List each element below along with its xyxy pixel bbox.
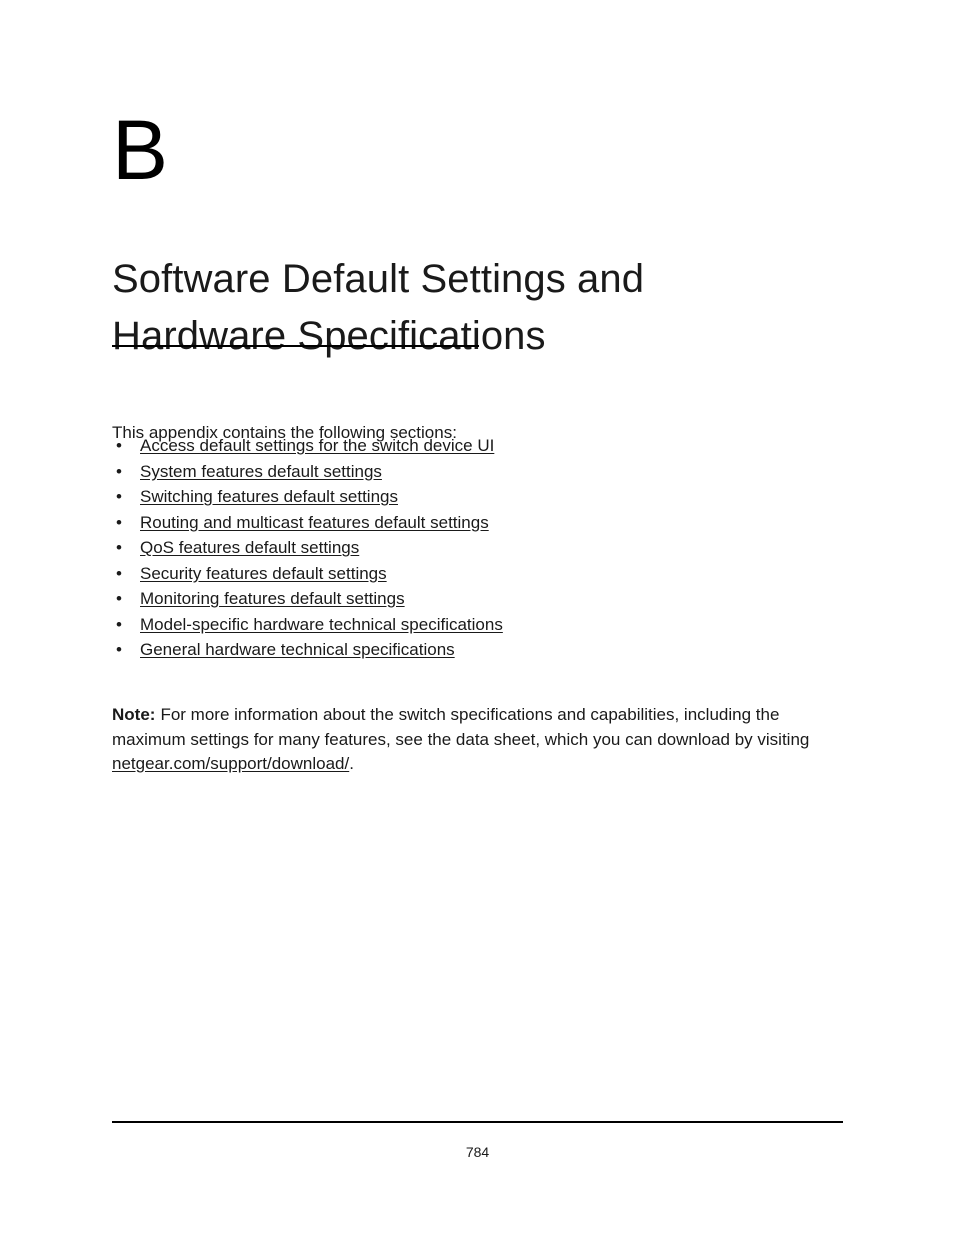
note-text-tail: . [349,754,354,773]
section-link-routing-multicast-features[interactable]: Routing and multicast features default s… [140,513,489,532]
list-item: • QoS features default settings [112,537,852,563]
note-label: Note: [112,705,156,724]
bullet-icon: • [116,436,122,455]
note-paragraph: Note: For more information about the swit… [112,703,843,777]
bullet-icon: • [116,563,122,583]
document-page: B Software Default Settings and Hardware… [0,0,954,1235]
list-item: • Access default settings for the switch… [112,435,852,461]
section-link-qos-features[interactable]: QoS features default settings [140,538,359,557]
list-item: • Security features default settings [112,563,852,589]
bullet-icon: • [116,589,122,608]
section-link-system-features[interactable]: System features default settings [140,462,382,481]
list-item: • Switching features default settings [112,486,852,512]
list-item: • Model-specific hardware technical spec… [112,614,852,640]
bullet-icon: • [116,512,122,532]
bullet-icon: • [116,461,122,481]
support-download-link[interactable]: netgear.com/support/download/ [112,754,349,773]
footer-divider [112,1121,843,1123]
bullet-icon: • [116,614,122,634]
bullet-icon: • [116,538,122,557]
page-title-line-1: Software Default Settings and [112,256,645,301]
chapter-letter: B [112,103,169,197]
section-link-switching-features[interactable]: Switching features default settings [140,487,398,506]
list-item: • System features default settings [112,461,852,487]
title-divider [112,345,479,347]
section-link-access-default-settings[interactable]: Access default settings for the switch d… [140,436,494,455]
section-link-security-features[interactable]: Security features default settings [140,564,387,583]
section-link-general-hardware-specs[interactable]: General hardware technical specification… [140,640,455,659]
bullet-icon: • [116,487,122,506]
list-item: • General hardware technical specificati… [112,639,852,665]
list-item: • Monitoring features default settings [112,588,852,614]
page-number: 784 [465,1144,490,1160]
section-link-model-specific-hardware-specs[interactable]: Model-specific hardware technical specif… [140,615,503,634]
note-text: For more information about the switch sp… [112,705,810,749]
page-title: Software Default Settings and Hardware S… [112,251,852,365]
list-item: • Routing and multicast features default… [112,512,852,538]
page-title-line-2: Hardware Specifications [112,313,546,358]
section-link-monitoring-features[interactable]: Monitoring features default settings [140,589,405,608]
bullet-icon: • [116,640,122,659]
section-link-list: • Access default settings for the switch… [112,435,852,665]
